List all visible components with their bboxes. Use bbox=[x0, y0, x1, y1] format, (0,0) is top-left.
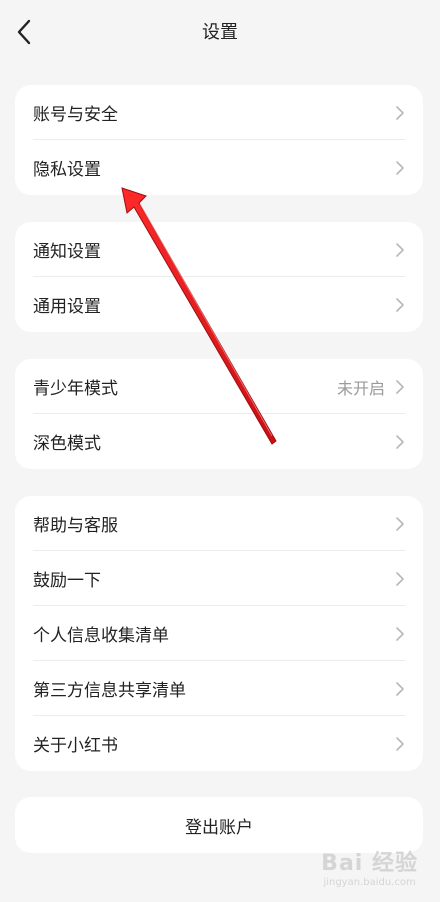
row-dark-mode[interactable]: 深色模式 bbox=[15, 414, 423, 469]
chevron-right-icon bbox=[396, 627, 404, 641]
row-personal-info-list[interactable]: 个人信息收集清单 bbox=[15, 606, 423, 661]
row-label: 鼓励一下 bbox=[33, 571, 101, 591]
row-label: 个人信息收集清单 bbox=[33, 626, 169, 646]
row-privacy-settings[interactable]: 隐私设置 bbox=[15, 140, 423, 195]
row-label: 青少年模式 bbox=[33, 379, 118, 399]
row-label: 帮助与客服 bbox=[33, 516, 118, 536]
row-about[interactable]: 关于小红书 bbox=[15, 716, 423, 771]
youth-mode-status: 未开启 bbox=[336, 378, 385, 398]
chevron-right-icon bbox=[396, 435, 404, 449]
row-encourage[interactable]: 鼓励一下 bbox=[15, 551, 423, 606]
row-label: 第三方信息共享清单 bbox=[33, 681, 186, 701]
watermark-logo-text: Bai 经验 bbox=[321, 851, 418, 876]
chevron-right-icon bbox=[396, 572, 404, 586]
row-label: 通用设置 bbox=[33, 297, 101, 317]
watermark-url: jingyan.baidu.com bbox=[323, 877, 416, 888]
top-bar: 设置 bbox=[0, 0, 440, 64]
chevron-right-icon bbox=[396, 737, 404, 751]
account-card: 账号与安全 隐私设置 bbox=[15, 85, 423, 195]
row-label: 通知设置 bbox=[33, 242, 101, 262]
chevron-right-icon bbox=[396, 682, 404, 696]
row-notification-settings[interactable]: 通知设置 bbox=[15, 222, 423, 277]
row-account-security[interactable]: 账号与安全 bbox=[15, 85, 423, 140]
chevron-right-icon bbox=[396, 161, 404, 175]
chevron-right-icon bbox=[396, 380, 404, 394]
chevron-right-icon bbox=[396, 298, 404, 312]
help-card: 帮助与客服 鼓励一下 个人信息收集清单 第三方信息共享清单 关于小红书 bbox=[15, 496, 423, 771]
notification-card: 通知设置 通用设置 bbox=[15, 222, 423, 332]
row-label: 账号与安全 bbox=[33, 105, 118, 125]
chevron-right-icon bbox=[396, 517, 404, 531]
page-title: 设置 bbox=[202, 22, 238, 43]
row-label: 深色模式 bbox=[33, 434, 101, 454]
watermark: Bai 经验 jingyan.baidu.com bbox=[321, 845, 418, 888]
row-youth-mode[interactable]: 青少年模式 未开启 bbox=[15, 359, 423, 414]
row-help-support[interactable]: 帮助与客服 bbox=[15, 496, 423, 551]
row-label: 关于小红书 bbox=[33, 736, 118, 756]
chevron-right-icon bbox=[396, 106, 404, 120]
mode-card: 青少年模式 未开启 深色模式 bbox=[15, 359, 423, 469]
chevron-right-icon bbox=[396, 243, 404, 257]
row-general-settings[interactable]: 通用设置 bbox=[15, 277, 423, 332]
row-label: 隐私设置 bbox=[33, 160, 101, 180]
row-third-party-sharing-list[interactable]: 第三方信息共享清单 bbox=[15, 661, 423, 716]
